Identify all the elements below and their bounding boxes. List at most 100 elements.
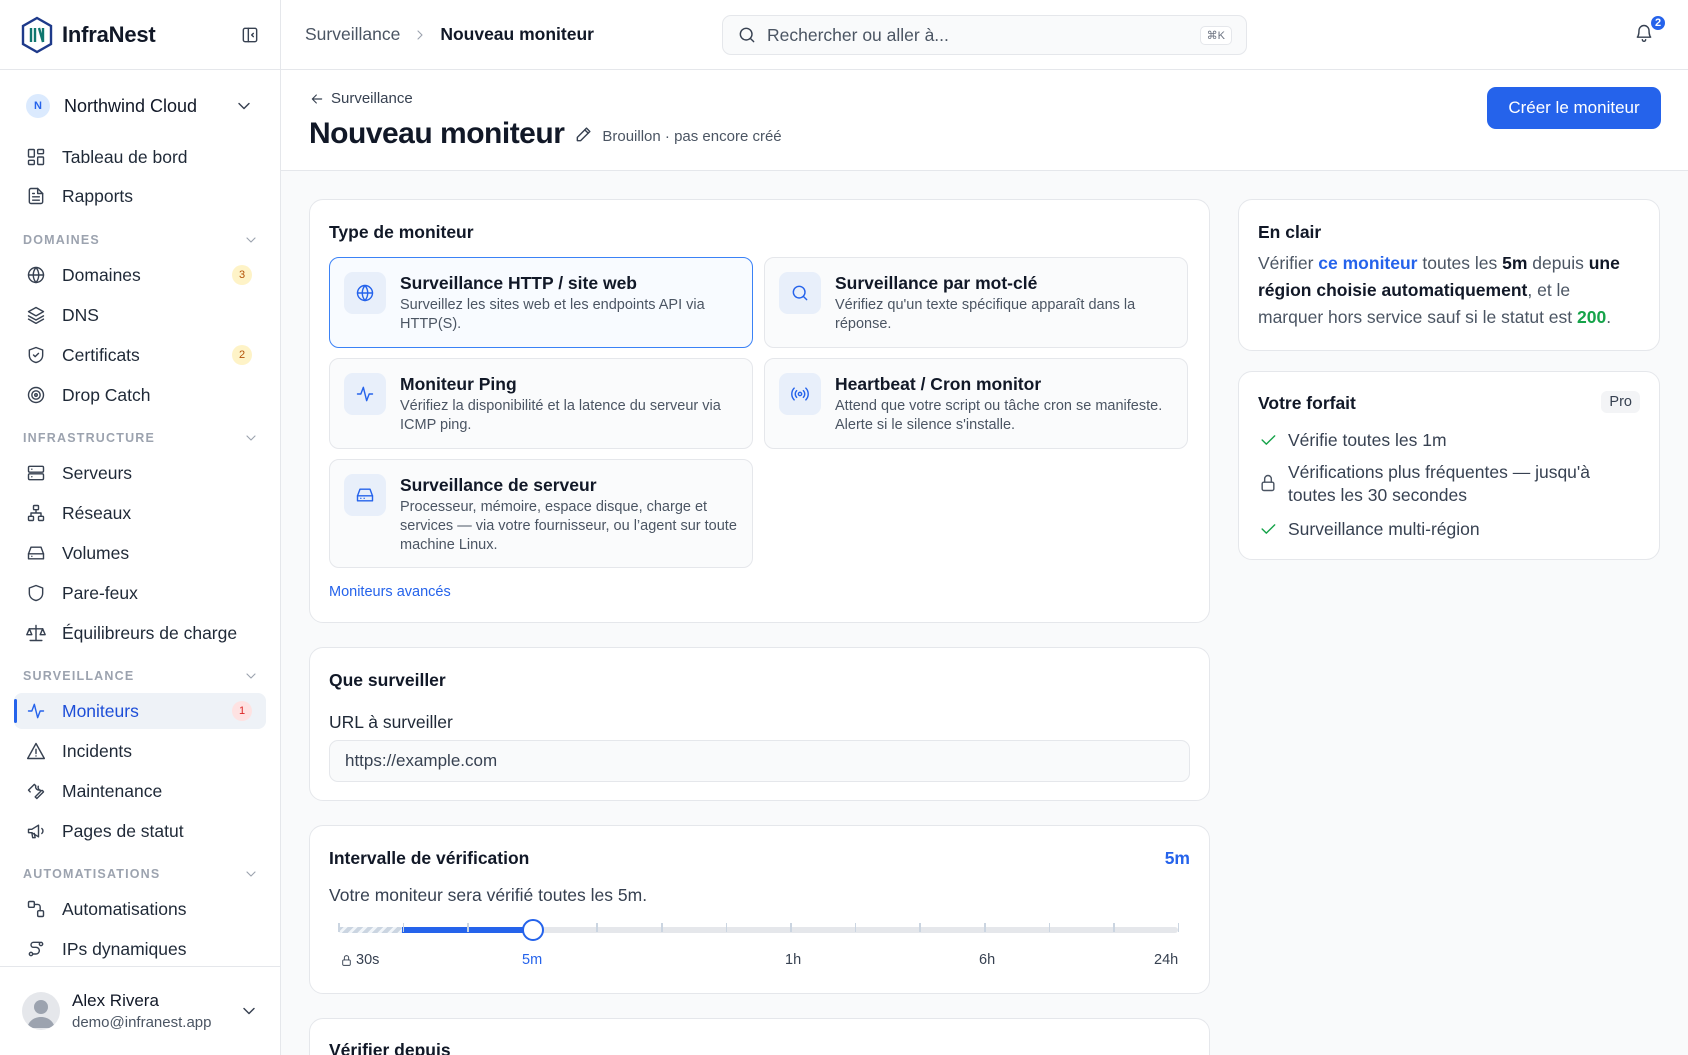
sidebar-item-incidents[interactable]: Incidents [14, 733, 266, 769]
option-title: Heartbeat / Cron monitor [835, 374, 1042, 394]
sidebar-item-automatisations[interactable]: Automatisations [14, 891, 266, 927]
sidebar-item-domaines[interactable]: Domaines 3 [14, 257, 266, 293]
search-input[interactable]: Rechercher ou aller à... ⌘K [722, 15, 1247, 55]
locked-range [338, 927, 402, 933]
plan-feature: Surveillance multi-région [1258, 518, 1638, 541]
sidebar-item-label: Serveurs [62, 462, 133, 483]
url-field[interactable] [329, 740, 1190, 782]
active-indicator [14, 699, 17, 723]
chevron-down-icon [234, 96, 254, 116]
org-name: Northwind Cloud [64, 95, 198, 116]
sidebar-item-label: Domaines [62, 264, 141, 285]
type-option-server[interactable]: Surveillance de serveur Processeur, mémo… [329, 459, 753, 568]
search-placeholder: Rechercher ou aller à... [767, 24, 949, 45]
monitor-link[interactable]: ce moniteur [1318, 253, 1417, 273]
slider-tick [338, 923, 340, 932]
chevron-down-icon [243, 232, 259, 248]
slider-tick [1113, 923, 1115, 932]
sidebar-item-pare-feux[interactable]: Pare-feux [14, 575, 266, 611]
chevron-down-icon [243, 430, 259, 446]
search-shortcut: ⌘K [1199, 25, 1232, 45]
shield-icon [26, 583, 46, 603]
sidebar-item-moniteurs[interactable]: Moniteurs 1 [14, 693, 266, 729]
sidebar-item-volumes[interactable]: Volumes [14, 535, 266, 571]
option-title: Moniteur Ping [400, 374, 517, 394]
org-switcher[interactable]: N Northwind Cloud [0, 70, 280, 142]
alert-icon [26, 741, 46, 761]
sidebar-item-load-balancers[interactable]: Équilibreurs de charge [14, 615, 266, 651]
user-menu[interactable]: Alex Rivera demo@infranest.app [0, 966, 281, 1055]
slider-label-1h: 1h [785, 952, 802, 968]
check-icon [1258, 429, 1278, 450]
section-domaines[interactable]: DOMAINES [23, 232, 259, 248]
globe-icon [26, 265, 46, 285]
lock-icon [342, 954, 351, 966]
slider-tick [1177, 923, 1180, 932]
type-option-keyword[interactable]: Surveillance par mot-clé Vérifiez qu'un … [764, 257, 1188, 348]
org-avatar: N [26, 94, 50, 118]
sidebar-item-drop-catch[interactable]: Drop Catch [14, 377, 266, 413]
sidebar-item-label: Certificats [62, 344, 140, 365]
section-title: DOMAINES [23, 233, 100, 247]
option-title: Surveillance HTTP / site web [400, 273, 637, 293]
monitor-type-card: Type de moniteur Surveillance HTTP / sit… [309, 199, 1210, 623]
layers-icon [26, 305, 46, 325]
type-option-ping[interactable]: Moniteur Ping Vérifiez la disponibilité … [329, 358, 753, 449]
sidebar-item-dns[interactable]: DNS [14, 297, 266, 333]
server-icon [26, 463, 46, 483]
section-surveillance[interactable]: SURVEILLANCE [23, 668, 259, 684]
breadcrumb-current: Nouveau moniteur [440, 24, 594, 44]
type-option-heartbeat[interactable]: Heartbeat / Cron monitor Attend que votr… [764, 358, 1188, 449]
plain-language-summary: Vérifier ce moniteur toutes les 5m depui… [1258, 253, 1620, 327]
breadcrumb-parent[interactable]: Surveillance [305, 24, 400, 45]
plain-language-card: En clair Vérifier ce moniteur toutes les… [1238, 199, 1660, 351]
sidebar-item-maintenance[interactable]: Maintenance [14, 773, 266, 809]
option-desc: Surveillez les sites web et les endpoint… [400, 297, 705, 332]
section-infrastructure[interactable]: INFRASTRUCTURE [23, 430, 259, 446]
slider-tick [661, 923, 663, 932]
sidebar-item-reseaux[interactable]: Réseaux [14, 495, 266, 531]
option-desc: Attend que votre script ou tâche cron se… [835, 398, 1163, 433]
infranest-logo[interactable] [20, 16, 54, 54]
sidebar-item-dashboard[interactable]: Tableau de bord [14, 139, 266, 175]
section-automatisations[interactable]: AUTOMATISATIONS [23, 866, 259, 882]
wrench-icon [26, 781, 46, 801]
slider-thumb[interactable] [522, 919, 544, 941]
section-title: SURVEILLANCE [23, 669, 135, 683]
sidebar-item-serveurs[interactable]: Serveurs [14, 455, 266, 491]
avatar [22, 992, 60, 1030]
plan-feature-locked: Vérifications plus fréquentes — jusqu'à … [1258, 461, 1638, 507]
option-desc: Processeur, mémoire, espace disque, char… [400, 499, 737, 553]
slider-tick [467, 923, 469, 932]
broadcast-icon [790, 384, 810, 404]
card-title: Vérifier depuis [329, 1040, 451, 1055]
slider-tick [1048, 923, 1051, 932]
pencil-icon[interactable] [574, 124, 594, 144]
card-title: Votre forfait [1258, 393, 1356, 413]
sidebar-item-label: Réseaux [62, 502, 132, 523]
user-email: demo@infranest.app [72, 1014, 212, 1031]
type-option-http[interactable]: Surveillance HTTP / site web Surveillez … [329, 257, 753, 348]
sidebar-item-reports[interactable]: Rapports [14, 178, 266, 214]
dynamic-ip-icon [26, 939, 46, 959]
drive-icon [26, 543, 46, 563]
globe-icon [355, 283, 375, 303]
create-monitor-button[interactable]: Créer le moniteur [1487, 87, 1661, 129]
slider-tick [725, 923, 728, 932]
advanced-monitors-link[interactable]: Moniteurs avancés [329, 584, 451, 600]
section-title: INFRASTRUCTURE [23, 431, 156, 445]
page-title: Nouveau moniteur [309, 117, 565, 150]
count-badge: 2 [232, 345, 252, 365]
card-title: En clair [1258, 222, 1322, 242]
sidebar-item-label: IPs dynamiques [62, 938, 187, 959]
sidebar-item-label: Incidents [62, 740, 133, 761]
sidebar-item-status-pages[interactable]: Pages de statut [14, 813, 266, 849]
chevron-down-icon [239, 1001, 259, 1021]
back-link[interactable]: Surveillance [309, 90, 413, 107]
sidebar-collapse-icon[interactable] [240, 25, 260, 45]
activity-icon [26, 701, 46, 721]
sidebar-item-dynamic-ips[interactable]: IPs dynamiques [14, 931, 266, 967]
sidebar-item-certificats[interactable]: Certificats 2 [14, 337, 266, 373]
sidebar-item-label: Rapports [62, 185, 134, 206]
card-title: Type de moniteur [329, 222, 474, 242]
